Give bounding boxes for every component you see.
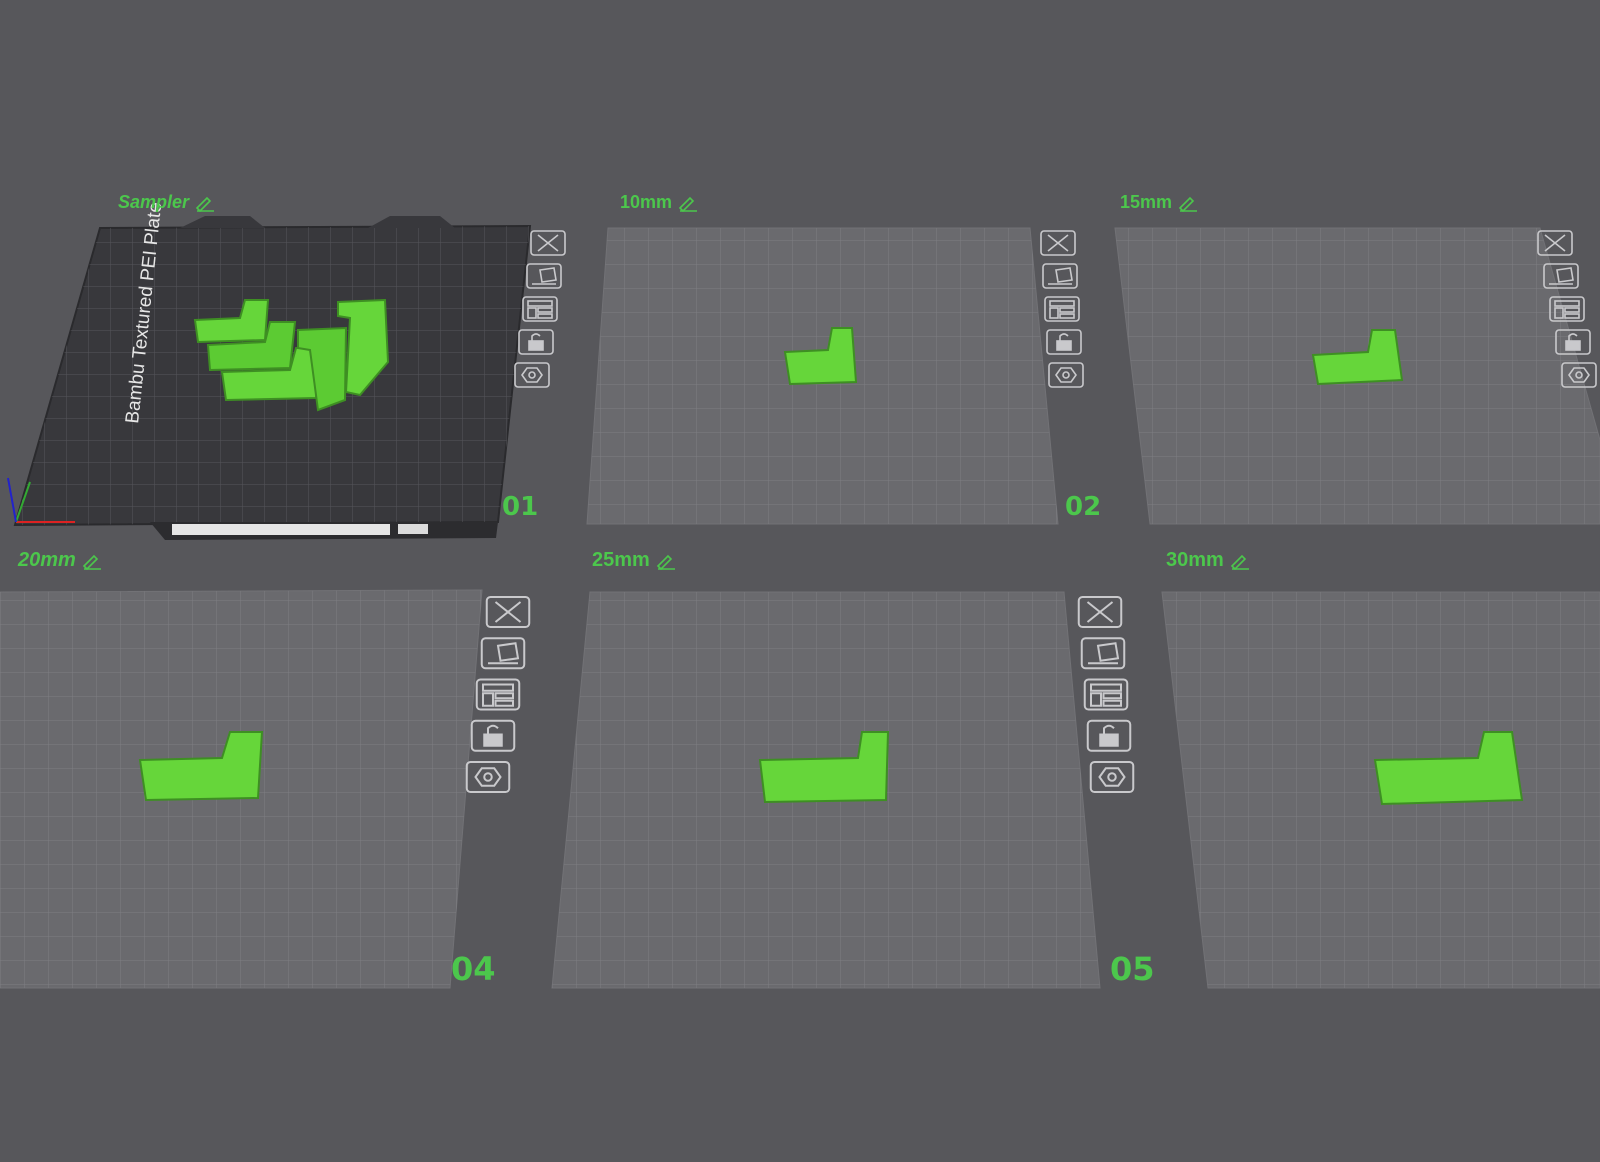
plate-05[interactable]: [551, 591, 1101, 989]
arrange-icon[interactable]: [1083, 678, 1129, 711]
edit-pencil-icon[interactable]: [1230, 552, 1250, 570]
plate-name-text: 25mm: [592, 549, 650, 571]
plate-name-text: Sampler: [118, 192, 190, 212]
plate-06[interactable]: [1161, 591, 1600, 989]
plate-settings-icon[interactable]: [514, 362, 550, 388]
plate-03[interactable]: [1114, 227, 1600, 525]
plate-settings-icon[interactable]: [465, 761, 511, 793]
plate-02[interactable]: [586, 227, 1059, 525]
edit-pencil-icon[interactable]: [656, 552, 676, 570]
plate-name-text: 10mm: [620, 192, 673, 212]
plate-name-label-06[interactable]: 30mm: [1166, 549, 1250, 572]
arrange-icon[interactable]: [1044, 296, 1080, 322]
plate-name-label-04[interactable]: 20mm: [18, 549, 102, 572]
plate-name-text: 15mm: [1120, 192, 1173, 212]
lock-icon[interactable]: [518, 329, 554, 355]
plate-tool-column: [1077, 596, 1135, 793]
close-plate-icon[interactable]: [485, 596, 531, 628]
arrange-icon[interactable]: [475, 678, 521, 711]
edit-pencil-icon[interactable]: [82, 552, 102, 570]
edit-pencil-icon[interactable]: [195, 194, 215, 212]
auto-orient-icon[interactable]: [1080, 637, 1126, 670]
lock-icon[interactable]: [1086, 719, 1132, 752]
plate-number-04: 04: [451, 950, 496, 988]
plate-name-label-03[interactable]: 15mm: [1120, 192, 1198, 213]
plate-name-label-02[interactable]: 10mm: [620, 192, 698, 213]
close-plate-icon[interactable]: [530, 230, 566, 256]
auto-orient-icon[interactable]: [480, 637, 526, 670]
plate-label-strip: [172, 524, 390, 535]
plate-name-label-05[interactable]: 25mm: [592, 549, 676, 572]
edit-pencil-icon[interactable]: [1178, 194, 1198, 212]
plate-settings-icon[interactable]: [1048, 362, 1084, 388]
lock-icon[interactable]: [470, 719, 516, 752]
close-plate-icon[interactable]: [1077, 596, 1123, 628]
plate-tool-column: [1040, 230, 1084, 388]
auto-orient-icon[interactable]: [1042, 263, 1078, 289]
arrange-icon[interactable]: [1549, 296, 1585, 322]
plate-number-05: 05: [1110, 950, 1155, 988]
plate-number-01: 01: [502, 492, 539, 522]
plate-canvas[interactable]: [0, 0, 1600, 1162]
auto-orient-icon[interactable]: [526, 263, 562, 289]
lock-icon[interactable]: [1046, 329, 1082, 355]
arrange-icon[interactable]: [522, 296, 558, 322]
plate-name-text: 20mm: [18, 549, 76, 571]
plate-number-02: 02: [1065, 492, 1102, 522]
plate-04[interactable]: [0, 589, 483, 989]
edit-pencil-icon[interactable]: [678, 194, 698, 212]
close-plate-icon[interactable]: [1040, 230, 1076, 256]
plate-01[interactable]: [7, 216, 532, 540]
plate-name-label-01[interactable]: Sampler: [118, 192, 215, 213]
plate-name-text: 30mm: [1166, 549, 1224, 571]
plate-settings-icon[interactable]: [1089, 761, 1135, 793]
